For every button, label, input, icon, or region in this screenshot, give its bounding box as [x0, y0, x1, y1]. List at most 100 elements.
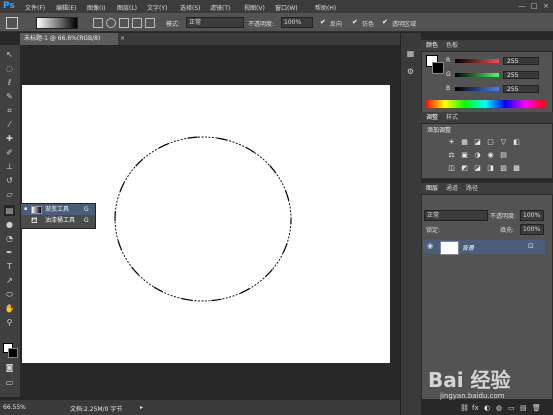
- menu-item[interactable]: 滤镜(T): [210, 3, 230, 12]
- minimize-button[interactable]: —: [518, 2, 526, 10]
- channel-value-input[interactable]: 255: [503, 71, 539, 79]
- reverse-checkbox[interactable]: ✔: [320, 18, 326, 26]
- gradient-preview[interactable]: [36, 17, 78, 29]
- tab-swatches[interactable]: 色板: [446, 40, 458, 51]
- radial-gradient-icon[interactable]: [106, 18, 116, 28]
- shape-tool-icon[interactable]: ⬭: [4, 289, 15, 300]
- color-bg-swatch[interactable]: [432, 62, 444, 74]
- adjustment-icon[interactable]: ◩: [460, 164, 469, 173]
- background-color-swatch[interactable]: [8, 348, 18, 358]
- crop-tool-icon[interactable]: ⌗: [4, 105, 15, 116]
- channel-slider[interactable]: [455, 87, 499, 91]
- close-window-button[interactable]: ×: [542, 2, 550, 10]
- document-tab[interactable]: 未标题-1 @ 66.6%(RGB/8): [20, 33, 118, 45]
- adjustment-icon[interactable]: ▦: [460, 138, 469, 147]
- visibility-eye-icon[interactable]: ◉: [427, 242, 433, 250]
- layer-footer-icon[interactable]: ▭: [508, 404, 515, 412]
- dodge-tool-icon[interactable]: ◔: [4, 233, 15, 244]
- menu-item[interactable]: 帮助(H): [315, 3, 336, 12]
- color-spectrum[interactable]: [425, 100, 545, 108]
- layer-footer-icon[interactable]: ◍: [496, 404, 502, 412]
- menu-item[interactable]: 视图(V): [244, 3, 265, 12]
- menu-item[interactable]: 图层(L): [117, 3, 137, 12]
- adjustment-icon[interactable]: ▩: [512, 164, 521, 173]
- layer-footer-icon[interactable]: fx: [472, 404, 479, 412]
- layer-footer-icon[interactable]: ▤: [520, 404, 527, 412]
- maximize-button[interactable]: □: [530, 2, 538, 10]
- fill-input[interactable]: 100%: [520, 224, 544, 235]
- move-tool-icon[interactable]: ↖: [4, 49, 15, 60]
- type-tool-icon[interactable]: T: [4, 261, 15, 272]
- blur-tool-icon[interactable]: ●: [4, 219, 15, 230]
- menu-item[interactable]: 图像(I): [87, 3, 105, 12]
- zoom-level[interactable]: 66.55%: [3, 404, 26, 411]
- tab-color[interactable]: 颜色: [426, 40, 438, 51]
- quick-select-tool-icon[interactable]: ✎: [4, 91, 15, 102]
- hand-tool-icon[interactable]: ✋: [4, 303, 15, 314]
- healing-brush-tool-icon[interactable]: ✚: [4, 133, 15, 144]
- adjustment-icon[interactable]: ◪: [473, 138, 482, 147]
- flyout-item-paint-bucket[interactable]: ⛾ 油漆桶工具 G: [21, 215, 95, 226]
- zoom-tool-icon[interactable]: ⚲: [4, 317, 15, 328]
- opacity-input[interactable]: 100%: [281, 17, 313, 28]
- history-brush-tool-icon[interactable]: ↺: [4, 175, 15, 186]
- diamond-gradient-icon[interactable]: [145, 18, 155, 28]
- adjustment-icon[interactable]: ☀: [447, 138, 456, 147]
- layer-opacity-input[interactable]: 100%: [520, 210, 544, 221]
- adjustment-icon[interactable]: ▽: [499, 138, 508, 147]
- clone-stamp-tool-icon[interactable]: ⊥: [4, 161, 15, 172]
- channel-value-input[interactable]: 255: [503, 57, 539, 65]
- adjustment-icon[interactable]: ◧: [512, 138, 521, 147]
- transparency-checkbox[interactable]: ✔: [382, 18, 388, 26]
- linear-gradient-icon[interactable]: [93, 18, 103, 28]
- layer-name[interactable]: 背景: [462, 243, 474, 252]
- adjustment-icon[interactable]: ◨: [486, 164, 495, 173]
- gradient-tool-icon[interactable]: ▤: [4, 205, 15, 216]
- lasso-tool-icon[interactable]: ℓ: [4, 77, 15, 88]
- adjustment-icon[interactable]: ◫: [447, 164, 456, 173]
- layer-footer-icon[interactable]: ◐: [484, 404, 490, 412]
- dither-checkbox[interactable]: ✔: [352, 18, 358, 26]
- eyedropper-tool-icon[interactable]: ⁄: [4, 119, 15, 130]
- adjustment-icon[interactable]: ▤: [499, 151, 508, 160]
- document-info[interactable]: 文档:2.25M/0 字节: [70, 404, 122, 413]
- marquee-tool-icon[interactable]: ◌: [4, 63, 15, 74]
- tab-paths[interactable]: 路径: [466, 183, 478, 194]
- path-select-tool-icon[interactable]: ↗: [4, 275, 15, 286]
- adjustment-icon[interactable]: ◪: [473, 164, 482, 173]
- brush-tool-icon[interactable]: ✐: [4, 147, 15, 158]
- status-arrow-icon[interactable]: ▸: [140, 404, 143, 411]
- adjustment-icon[interactable]: ◑: [473, 151, 482, 160]
- quick-mask-icon[interactable]: ◙: [4, 362, 15, 373]
- tool-preset-icon[interactable]: [6, 17, 18, 29]
- tab-channels[interactable]: 通道: [446, 183, 458, 194]
- menu-item[interactable]: 选择(S): [180, 3, 201, 12]
- eraser-tool-icon[interactable]: ▱: [4, 189, 15, 200]
- adjustment-icon[interactable]: ◉: [486, 151, 495, 160]
- flyout-item-gradient[interactable]: ▪ 渐变工具 G: [21, 204, 95, 215]
- menu-item[interactable]: 编辑(E): [56, 3, 76, 12]
- adjustment-icon[interactable]: ▢: [486, 138, 495, 147]
- pen-tool-icon[interactable]: ✒: [4, 247, 15, 258]
- history-panel-icon[interactable]: ▦: [405, 48, 416, 59]
- menu-item[interactable]: 文件(F): [25, 3, 45, 12]
- adjustment-icon[interactable]: ▣: [460, 151, 469, 160]
- angle-gradient-icon[interactable]: [119, 18, 129, 28]
- tab-adjustments[interactable]: 调整: [426, 112, 438, 123]
- layer-footer-icon[interactable]: ⛓: [460, 404, 469, 412]
- reflected-gradient-icon[interactable]: [132, 18, 142, 28]
- tab-layers[interactable]: 图层: [426, 183, 438, 194]
- menu-item[interactable]: 窗口(W): [275, 3, 298, 12]
- adjustment-icon[interactable]: ⚖: [447, 151, 456, 160]
- tab-styles[interactable]: 样式: [446, 112, 458, 123]
- properties-panel-icon[interactable]: ⚙: [405, 66, 416, 77]
- adjustment-icon[interactable]: ▨: [499, 164, 508, 173]
- screen-mode-icon[interactable]: ▭: [4, 377, 15, 388]
- channel-value-input[interactable]: 255: [503, 85, 539, 93]
- mode-select[interactable]: 正常: [186, 17, 244, 28]
- channel-slider[interactable]: [455, 59, 499, 63]
- layer-footer-icon[interactable]: 🗑: [532, 404, 541, 412]
- menu-item[interactable]: 文字(Y): [147, 3, 167, 12]
- close-document-icon[interactable]: ×: [120, 35, 125, 42]
- channel-slider[interactable]: [455, 73, 499, 77]
